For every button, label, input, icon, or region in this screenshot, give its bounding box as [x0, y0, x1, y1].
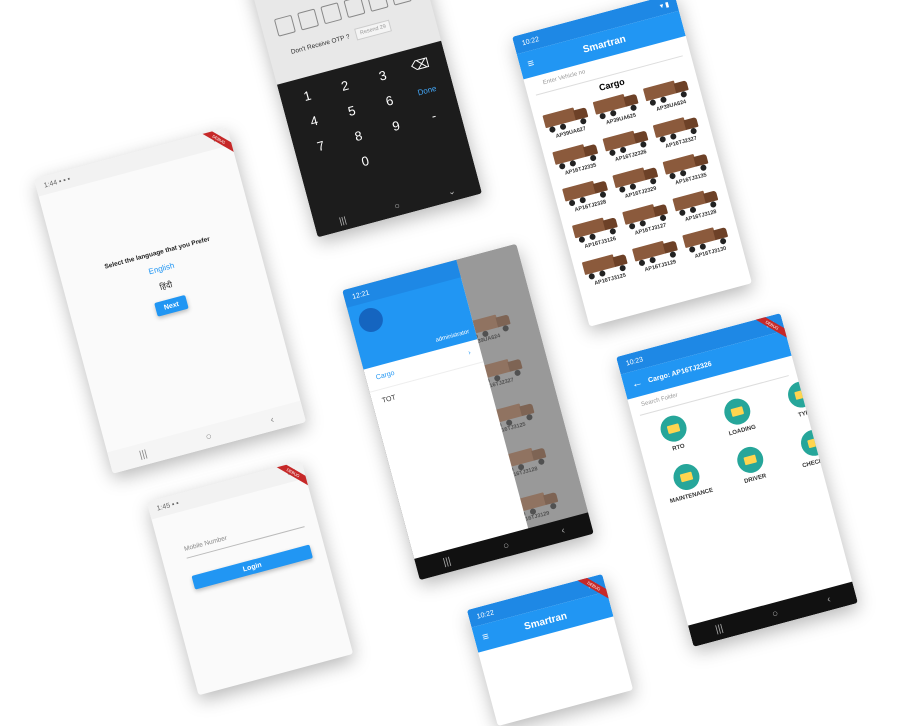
- recents-icon[interactable]: |||: [338, 215, 348, 227]
- status-time: 10:23: [625, 355, 644, 368]
- login-screen: 1:45 ▪ ▪▾ ▮ DEBUG Mobile Number Login: [146, 460, 354, 696]
- status-time: 12:21: [351, 289, 371, 301]
- back-icon[interactable]: ‹: [560, 525, 566, 536]
- folder-tile[interactable]: MAINTENANCE: [651, 456, 724, 508]
- folder-screen: 10:23▾ ▮ DEBUG ← Cargo: AP16TJ2326 Searc…: [616, 313, 858, 647]
- otp-digit[interactable]: [389, 0, 412, 6]
- resend-button[interactable]: Resend 29: [353, 19, 393, 41]
- language-screen: 1:44 ▪ ▪ ▪▾ ▮ DEBUG Select the language …: [33, 127, 307, 474]
- folder-tile[interactable]: DRIVER: [715, 439, 788, 491]
- drawer-screen: AP39UA624 AP16TJ2327 AP16TJ3125 AP16TJ3128 A…: [342, 243, 594, 581]
- folder-label: CHECKLIST: [801, 454, 837, 470]
- vehicle-tile[interactable]: AP16TJ2335: [549, 137, 607, 179]
- vehicle-tile[interactable]: AP16TJ2329: [609, 160, 667, 202]
- otp-digit[interactable]: [320, 2, 343, 25]
- folder-icon: [785, 378, 817, 411]
- home-icon[interactable]: ○: [393, 200, 401, 212]
- folder-label: LOADING: [728, 424, 757, 438]
- vehicle-tile[interactable]: AP16TJ3129: [628, 233, 686, 275]
- folder-icon: [798, 426, 830, 459]
- folder-label: TYRE: [797, 408, 815, 419]
- vehicle-list-screen: 10:22 ▾ ▮ ≡ Smartran Enter Vehicle no Car…: [512, 0, 752, 327]
- home-icon[interactable]: ○: [502, 540, 511, 552]
- vehicle-tile[interactable]: AP16TJ2328: [558, 173, 616, 215]
- status-bar: 12:21: [342, 259, 461, 308]
- folder-tile[interactable]: RTO: [638, 408, 711, 460]
- folder-icon: [721, 395, 754, 428]
- vehicle-tile[interactable]: AP16TJ3127: [619, 197, 677, 239]
- recents-icon[interactable]: |||: [138, 448, 148, 461]
- status-bar: 1:44 ▪ ▪ ▪▾ ▮: [33, 127, 232, 197]
- back-icon[interactable]: ‹: [269, 414, 275, 425]
- vehicle-tile[interactable]: AP16TJ2326: [599, 123, 657, 165]
- next-button[interactable]: Next: [154, 294, 189, 317]
- home-icon[interactable]: ○: [771, 608, 780, 620]
- folder-tile[interactable]: CHECKLIST: [779, 422, 852, 474]
- otp-digit[interactable]: [297, 8, 320, 31]
- back-arrow-icon[interactable]: ←: [630, 376, 644, 390]
- folder-tile[interactable]: TYRE: [766, 373, 839, 425]
- recents-icon[interactable]: |||: [714, 622, 724, 635]
- folder-icon: [657, 412, 690, 445]
- vehicle-tile[interactable]: AP16TJ3125: [578, 247, 636, 289]
- avatar: [356, 305, 386, 335]
- otp-digit[interactable]: [366, 0, 389, 12]
- back-icon[interactable]: ⌄: [447, 185, 457, 198]
- otp-screen: Don't Receive OTP ? Resend 29 1 2 3 ⌫ 4 5 6 Don…: [247, 0, 483, 238]
- status-time: 10:22: [476, 608, 495, 621]
- folder-label: RTO: [671, 443, 686, 453]
- system-nav-bar: ||| ○ ‹: [688, 581, 858, 647]
- vehicle-tile[interactable]: AP16TJ3128: [669, 183, 727, 225]
- vehicle-tile[interactable]: AP16TJ3135: [659, 147, 717, 189]
- chevron-right-icon: ›: [467, 349, 472, 357]
- otp-digit[interactable]: [273, 14, 296, 37]
- vehicle-tile[interactable]: AP16TJ3126: [568, 210, 626, 252]
- home-screen-partial: 10:22▾ ▮ DEBUG ≡ Smartran: [466, 573, 634, 726]
- drawer-item-label: Cargo: [375, 369, 396, 382]
- drawer-item-label: TOT: [381, 394, 397, 405]
- vehicle-grid: AP39UA627 AP39UA625 AP39UA624 AP16TJ2335 AP1…: [533, 72, 742, 291]
- user-role: administrator: [435, 329, 471, 344]
- folder-label: MAINTENANCE: [669, 487, 714, 505]
- folder-label: DRIVER: [743, 473, 768, 486]
- numeric-keypad: 1 2 3 ⌫ 4 5 6 Done 7 8 9-0 ||| ○ ⌄: [276, 40, 483, 238]
- folder-icon: [734, 443, 767, 476]
- folder-tile[interactable]: LOADING: [702, 390, 775, 442]
- status-time: 10:22: [521, 35, 540, 47]
- otp-not-received-text: Don't Receive OTP ?: [290, 32, 351, 56]
- home-icon[interactable]: ○: [204, 431, 213, 443]
- vehicle-tile[interactable]: AP16TJ2327: [649, 110, 707, 152]
- otp-digit[interactable]: [343, 0, 366, 19]
- folder-icon: [670, 461, 703, 493]
- system-nav-bar: ||| ○ ‹: [107, 400, 307, 474]
- vehicle-tile[interactable]: AP16TJ3130: [679, 220, 737, 262]
- back-icon[interactable]: ‹: [826, 594, 832, 605]
- recents-icon[interactable]: |||: [442, 555, 452, 568]
